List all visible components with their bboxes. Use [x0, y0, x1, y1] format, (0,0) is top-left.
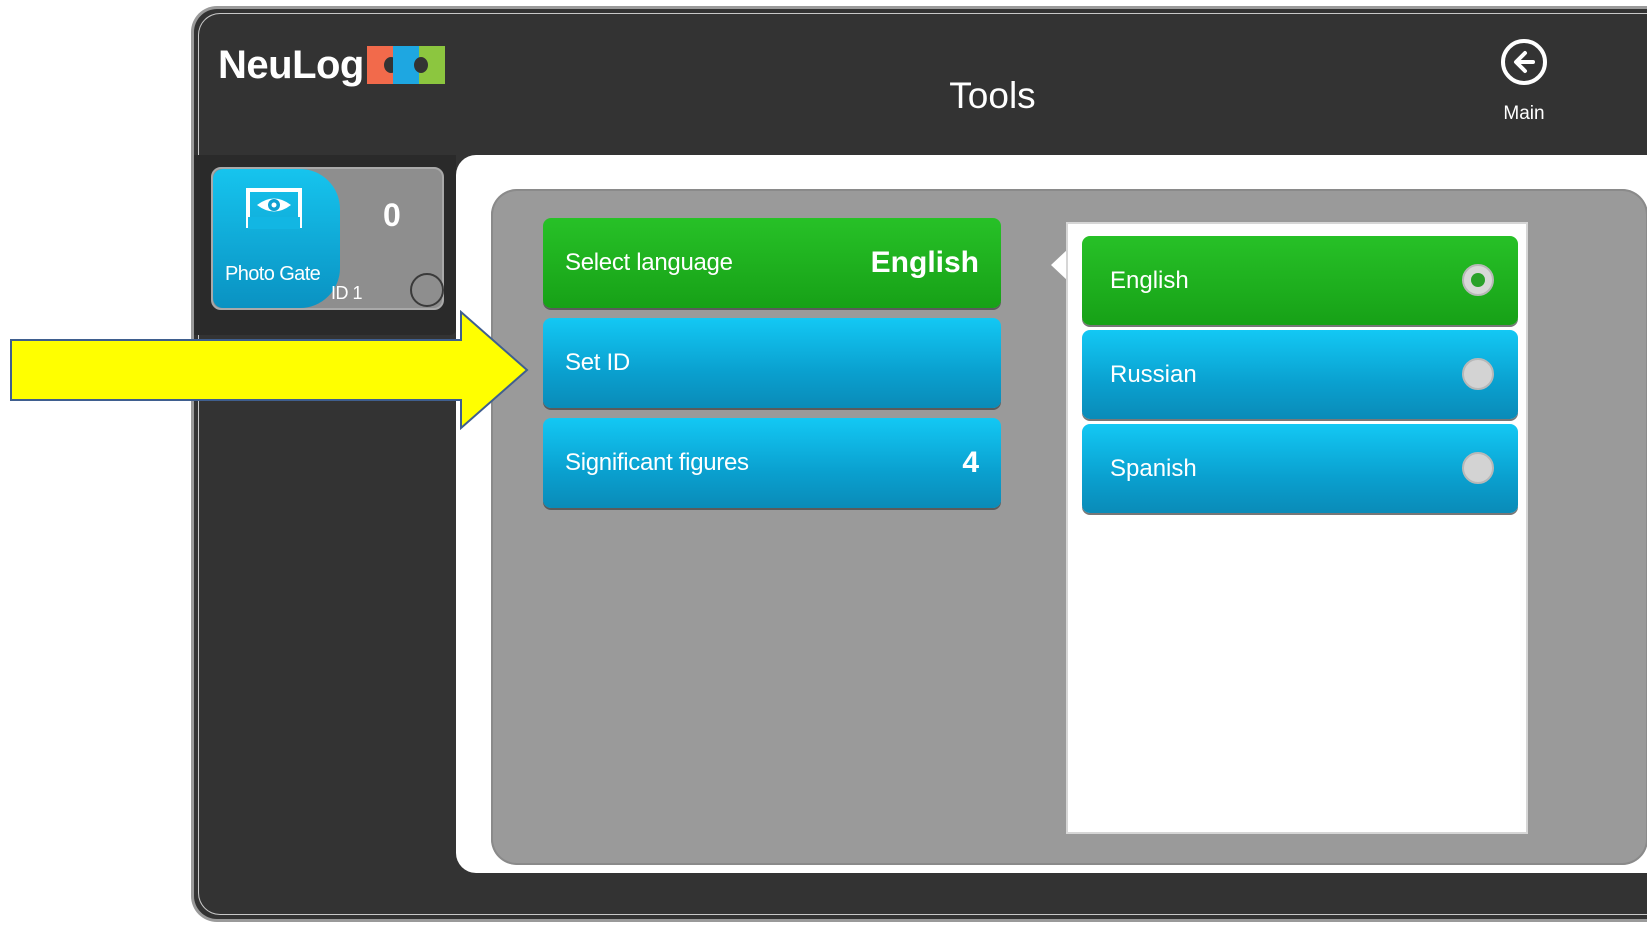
- sensor-value: 0: [383, 197, 401, 233]
- tool-label: Select language: [565, 249, 733, 276]
- tool-label: Significant figures: [565, 449, 749, 476]
- annotation-arrow-icon: [10, 310, 529, 430]
- tool-significant-figures[interactable]: Significant figures 4: [543, 418, 1001, 508]
- sensor-tile-photo-gate[interactable]: Photo Gate: [213, 169, 340, 308]
- sensor-card: Photo Gate 0 ID 1: [211, 167, 444, 310]
- sensor-id: ID 1: [331, 283, 363, 303]
- language-option-russian[interactable]: Russian: [1082, 330, 1518, 419]
- option-label: English: [1110, 267, 1189, 294]
- language-option-spanish[interactable]: Spanish: [1082, 424, 1518, 513]
- radio-selected-icon[interactable]: [1462, 264, 1494, 296]
- tool-value: English: [870, 246, 979, 279]
- radio-unselected-icon[interactable]: [1462, 452, 1494, 484]
- tool-select-language[interactable]: Select language English: [543, 218, 1001, 308]
- sensor-select-radio[interactable]: [410, 273, 444, 307]
- page-title: Tools: [949, 75, 1036, 116]
- main-button-label: Main: [1503, 103, 1545, 124]
- photo-gate-eye-icon: [245, 187, 303, 234]
- radio-unselected-icon[interactable]: [1462, 358, 1494, 390]
- tool-set-id[interactable]: Set ID: [543, 318, 1001, 408]
- sensor-panel: Photo Gate 0 ID 1: [194, 155, 456, 335]
- tool-value: 4: [962, 446, 979, 479]
- option-label: Spanish: [1110, 455, 1197, 482]
- main-button[interactable]: Main: [1484, 39, 1564, 139]
- app-window: NeuLog Tools Main Photo Gate 0 ID 1 Sele…: [191, 6, 1647, 922]
- sensor-name: Photo Gate: [225, 263, 321, 285]
- tools-panel: Select language English Set ID Significa…: [491, 189, 1647, 865]
- content-area: Select language English Set ID Significa…: [456, 155, 1647, 873]
- language-options-list: English Russian Spanish: [1066, 222, 1528, 834]
- tool-label: Set ID: [565, 349, 630, 376]
- arrow-left-circle-icon: [1501, 39, 1547, 85]
- option-label: Russian: [1110, 361, 1197, 388]
- language-option-english[interactable]: English: [1082, 236, 1518, 325]
